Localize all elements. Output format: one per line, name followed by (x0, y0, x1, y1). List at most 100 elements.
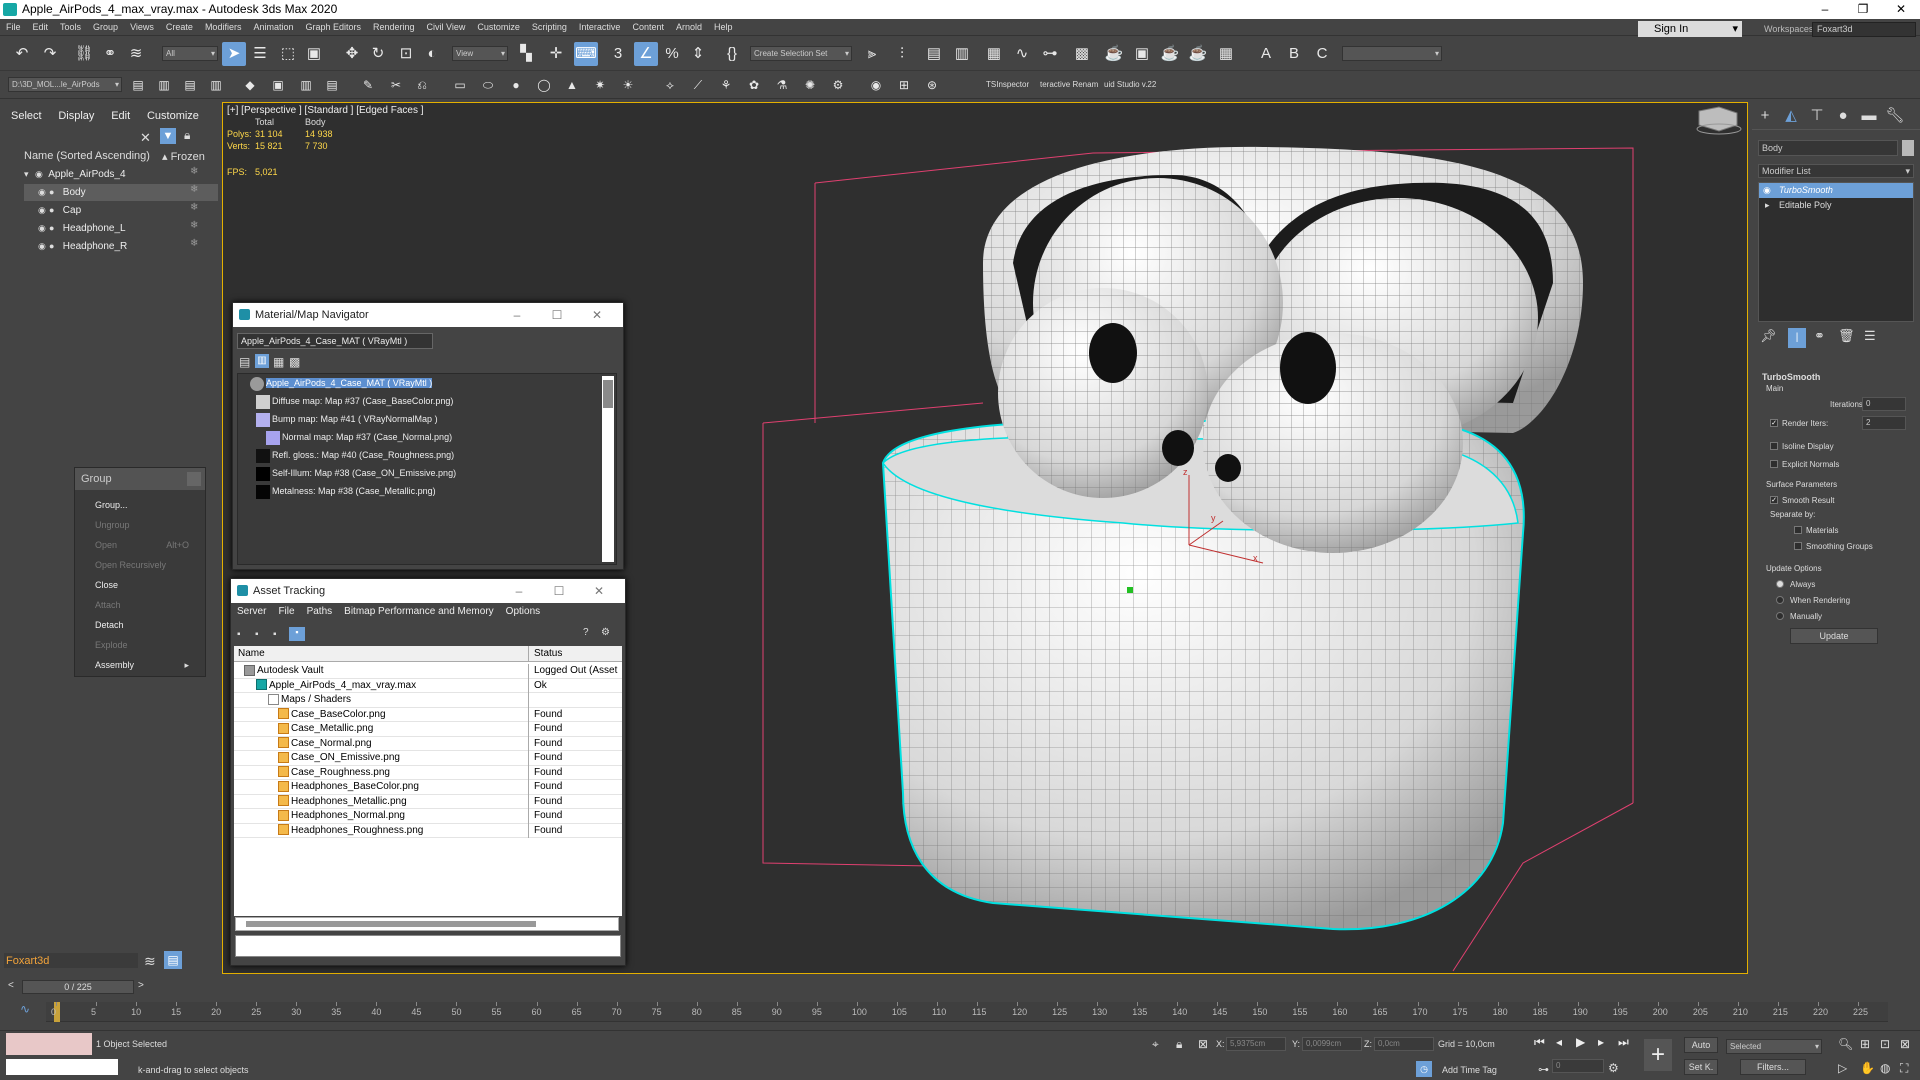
time-config-icon[interactable]: ⚙ (1608, 1061, 1619, 1075)
goto-start-icon[interactable]: ⏮ (1534, 1035, 1545, 1050)
configure-sets-icon[interactable]: ☰ (1864, 328, 1876, 344)
material-tree-item[interactable]: Diffuse map: Map #37 (Case_BaseColor.png… (256, 394, 453, 409)
name-column-header[interactable]: Name (Sorted Ascending) (24, 150, 150, 162)
asset-row[interactable]: Headphones_Normal.png Found (234, 809, 622, 824)
scene-tab-edit[interactable]: Edit (104, 106, 137, 126)
tool-5-icon[interactable]: ✎ (358, 75, 378, 95)
menu-content[interactable]: Content (626, 19, 670, 36)
scene-tab-select[interactable]: Select (4, 106, 49, 126)
rotate-icon[interactable]: ↻ (366, 42, 390, 66)
asset-tool-4-icon[interactable]: ▪ (289, 627, 305, 641)
close-button[interactable]: ✕ (1882, 0, 1920, 19)
render-cloud-icon[interactable]: ▦ (1214, 42, 1238, 66)
absolute-mode-icon[interactable]: ⊠ (1198, 1037, 1208, 1051)
tool-2-icon[interactable]: ▣ (268, 75, 288, 95)
bind-spacewarp-icon[interactable]: ≋ (124, 42, 148, 66)
minimize-button[interactable]: – (499, 579, 539, 603)
isoline-checkbox[interactable] (1770, 442, 1778, 450)
arnold-b-icon[interactable]: B (1282, 42, 1306, 66)
material-tree-item[interactable]: Normal map: Map #37 (Case_Normal.png) (266, 430, 452, 445)
menu-assembly[interactable]: Assembly ▸ (79, 658, 203, 672)
spinner-snap-icon[interactable]: ⇕ (686, 42, 710, 66)
material-name-field[interactable]: Apple_AirPods_4_Case_MAT ( VRayMtl ) (237, 333, 433, 349)
close-filter-icon[interactable]: ✕ (140, 130, 151, 146)
scrollbar-thumb[interactable] (603, 380, 613, 408)
named-selection-icon[interactable]: {} (720, 42, 744, 66)
menu-pin-icon[interactable] (187, 472, 201, 486)
create-cone-icon[interactable]: ▲ (562, 75, 582, 95)
asset-menu-bitmap[interactable]: Bitmap Performance and Memory (338, 603, 500, 621)
asset-menu-options[interactable]: Options (500, 603, 546, 621)
menu-civil-view[interactable]: Civil View (421, 19, 472, 36)
eye-icon[interactable]: ◉ (1763, 183, 1771, 198)
move-icon[interactable]: ✥ (340, 42, 364, 66)
z-coordinate-field[interactable]: 0,0cm (1374, 1037, 1434, 1051)
undo-icon[interactable]: ↶ (10, 42, 34, 66)
window-crossing-icon[interactable]: ▣ (302, 42, 326, 66)
material-tree-item[interactable]: Self-Illum: Map #38 (Case_ON_Emissive.pn… (256, 466, 456, 481)
asset-row[interactable]: Case_ON_Emissive.png Found (234, 751, 622, 766)
col-name[interactable]: Name (238, 648, 265, 659)
eye-icon[interactable]: ◉ (38, 184, 49, 201)
tool-7-icon[interactable]: ⎌ (412, 75, 432, 95)
asset-row[interactable]: Autodesk Vault Logged Out (Asset (234, 664, 622, 679)
always-radio[interactable] (1776, 580, 1784, 588)
manipulate-icon[interactable]: ✛ (544, 42, 568, 66)
asset-tool-3-icon[interactable]: ▪ (273, 629, 277, 640)
layers-icon[interactable]: ≋ (144, 953, 156, 970)
selection-set-dropdown[interactable]: Create Selection Set (750, 46, 852, 61)
extra-dropdown[interactable] (1342, 46, 1442, 61)
render-iters-checkbox[interactable]: ✓ (1770, 419, 1778, 427)
arnold-c-icon[interactable]: C (1310, 42, 1334, 66)
tool-1-icon[interactable]: ◆ (240, 75, 260, 95)
asset-help-icon[interactable]: ? (583, 627, 589, 638)
scene-item-cap[interactable]: ◉ ● Cap (24, 202, 81, 219)
menu-help[interactable]: Help (708, 19, 739, 36)
prev-key-icon[interactable]: ◂ (1556, 1035, 1562, 1049)
selection-lock-icon[interactable]: 🔒︎ (1176, 1037, 1182, 1052)
angle-snap-icon[interactable]: ∠ (634, 42, 658, 66)
rectangular-selection-icon[interactable]: ⬚ (276, 42, 300, 66)
scrollbar-thumb[interactable] (246, 921, 536, 927)
create-sun-icon[interactable]: ☀ (618, 75, 638, 95)
fov-icon[interactable]: ▷ (1838, 1061, 1847, 1075)
menu-views[interactable]: Views (124, 19, 160, 36)
lock-icon[interactable]: 🔒︎ (184, 128, 190, 143)
expand-icon[interactable]: ▸ (1765, 198, 1770, 213)
layer-icon[interactable]: ▤ (128, 75, 148, 95)
material-editor-icon[interactable]: ▩ (1070, 42, 1094, 66)
render-setup-icon[interactable]: ☕ (1102, 42, 1126, 66)
menu-edit[interactable]: Edit (27, 19, 55, 36)
maximize-viewport-icon[interactable]: ⛶ (1900, 1061, 1908, 1076)
arnold-a-icon[interactable]: A (1254, 42, 1278, 66)
material-tree-item[interactable]: Metalness: Map #38 (Case_Metallic.png) (256, 484, 436, 499)
layer-explorer-icon[interactable]: ▥ (950, 42, 974, 66)
asset-tool-2-icon[interactable]: ▪ (255, 629, 259, 640)
tool-11-icon[interactable]: ✿ (744, 75, 764, 95)
close-button[interactable]: ✕ (577, 303, 617, 327)
asset-menu-file[interactable]: File (272, 603, 300, 621)
create-torus-icon[interactable]: ◯ (534, 75, 554, 95)
orbit-icon[interactable]: ◍ (1880, 1061, 1890, 1075)
tool-13-icon[interactable]: ✺ (800, 75, 820, 95)
object-color-swatch[interactable] (1902, 140, 1914, 156)
tool-8-icon[interactable]: ⟡ (660, 75, 680, 95)
menu-arnold[interactable]: Arnold (670, 19, 708, 36)
goto-end-icon[interactable]: ⏭ (1618, 1035, 1629, 1050)
render-dot-icon[interactable]: ● (49, 202, 60, 219)
render-iters-spinner[interactable]: 2 (1862, 416, 1906, 430)
asset-menu-paths[interactable]: Paths (301, 603, 339, 621)
modifier-editable-poly[interactable]: ▸ Editable Poly (1759, 198, 1913, 213)
show-end-result-icon[interactable]: | (1788, 328, 1806, 348)
x-coordinate-field[interactable]: 5,9375cm (1226, 1037, 1286, 1051)
eye-icon[interactable]: ◉ (38, 202, 49, 219)
utilities-tab-icon[interactable]: 🔧︎ (1882, 102, 1908, 130)
restore-button[interactable]: ❐ (1844, 0, 1882, 19)
close-button[interactable]: ✕ (579, 579, 619, 603)
when-rendering-radio[interactable] (1776, 596, 1784, 604)
freeze-icon[interactable]: ❄ (190, 238, 198, 249)
tool-9-icon[interactable]: ⟋ (688, 75, 708, 95)
key-filters-button[interactable]: Filters... (1740, 1059, 1806, 1075)
create-box-icon[interactable]: ▭ (450, 75, 470, 95)
update-button[interactable]: Update (1790, 628, 1878, 644)
